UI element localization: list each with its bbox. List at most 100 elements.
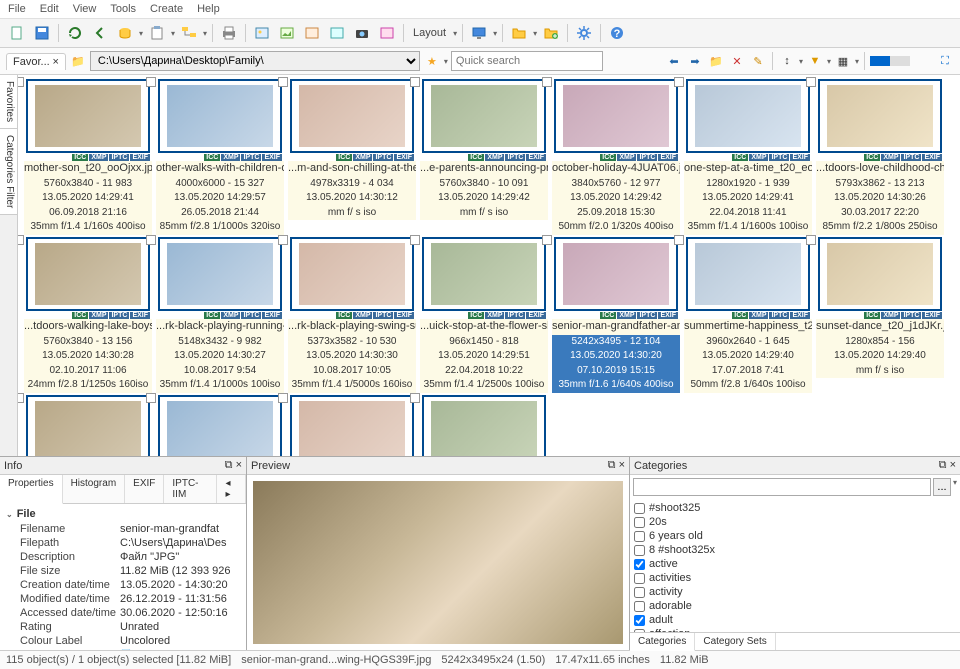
close-icon[interactable]: × xyxy=(950,459,956,471)
image-3-icon[interactable] xyxy=(301,22,323,44)
image-4-icon[interactable] xyxy=(326,22,348,44)
category-row[interactable]: 8 #shoot325x xyxy=(634,543,956,557)
view-grid-icon[interactable]: ▦ xyxy=(834,52,852,70)
select-checkbox[interactable] xyxy=(18,77,24,87)
zoom-slider[interactable] xyxy=(870,56,910,66)
category-row[interactable]: #shoot325 xyxy=(634,501,956,515)
select-checkbox[interactable] xyxy=(806,235,816,245)
thumbnail-cell[interactable]: ICCXMPIPTCEXIF...rk-black-playing-swing-… xyxy=(288,237,416,393)
category-checkbox[interactable] xyxy=(634,531,645,542)
thumbnail-cell[interactable]: ICCXMPIPTCEXIFoctober-holiday-4JUAT06.jp… xyxy=(552,79,680,235)
select-checkbox[interactable] xyxy=(146,235,156,245)
category-checkbox[interactable] xyxy=(634,573,645,584)
close-icon[interactable]: × xyxy=(236,459,242,471)
browse-icon[interactable]: 📁 xyxy=(69,52,87,70)
delete-icon[interactable]: ✕ xyxy=(728,52,746,70)
gear-icon[interactable] xyxy=(573,22,595,44)
tab-categories[interactable]: Categories xyxy=(630,633,695,651)
tab-category-sets[interactable]: Category Sets xyxy=(695,633,775,650)
favorites-tab[interactable]: Favor... × xyxy=(6,53,66,70)
thumbnail-cell[interactable]: ICCXMPIPTCEXIFone-step-at-a-time_t20_eoz… xyxy=(684,79,812,235)
category-checkbox[interactable] xyxy=(634,559,645,570)
menu-file[interactable]: File xyxy=(8,3,26,15)
category-row[interactable]: 6 years old xyxy=(634,529,956,543)
select-checkbox[interactable] xyxy=(278,77,288,87)
tab-iptc[interactable]: IPTC-IIM xyxy=(164,475,217,503)
pin-icon[interactable]: ⧉ xyxy=(939,459,947,471)
select-checkbox[interactable] xyxy=(410,393,420,403)
category-checkbox[interactable] xyxy=(634,601,645,612)
thumbnail-cell[interactable]: ICCXMPIPTCEXIF...rk-black-playing-runnin… xyxy=(156,237,284,393)
nav-back-icon[interactable] xyxy=(89,22,111,44)
select-checkbox[interactable] xyxy=(410,235,420,245)
image-5-icon[interactable] xyxy=(376,22,398,44)
thumbnail-cell[interactable]: ICCXMPIPTCEXIF...uick-stop-at-the-flower… xyxy=(420,237,548,393)
thumbnail-cell[interactable]: ICCXMPIPTCEXIFsenior-man-grandfather-and… xyxy=(552,237,680,393)
menu-create[interactable]: Create xyxy=(150,3,183,15)
menu-tools[interactable]: Tools xyxy=(110,3,136,15)
menu-view[interactable]: View xyxy=(73,3,97,15)
folder-add-icon[interactable] xyxy=(540,22,562,44)
select-checkbox[interactable] xyxy=(278,235,288,245)
star-icon[interactable]: ★ xyxy=(423,52,441,70)
category-row[interactable]: activities xyxy=(634,571,956,585)
thumbnail-cell[interactable]: ICCXMPIPTCEXIFsummertime-happiness_t20_.… xyxy=(684,237,812,393)
category-row[interactable]: active xyxy=(634,557,956,571)
category-search-input[interactable] xyxy=(633,478,931,496)
tab-histogram[interactable]: Histogram xyxy=(63,475,126,503)
save-icon[interactable] xyxy=(31,22,53,44)
thumbnail-cell[interactable]: ICCXMPIPTCEXIF...tdoors-love-childhood-c… xyxy=(816,79,944,235)
nav-fwd-icon[interactable]: ➡ xyxy=(686,52,704,70)
image-1-icon[interactable] xyxy=(251,22,273,44)
menu-help[interactable]: Help xyxy=(197,3,220,15)
search-input[interactable] xyxy=(451,51,603,71)
category-row[interactable]: adorable xyxy=(634,599,956,613)
select-checkbox[interactable] xyxy=(18,393,24,403)
select-checkbox[interactable] xyxy=(18,235,24,245)
camera-icon[interactable] xyxy=(351,22,373,44)
pin-icon[interactable]: ⧉ xyxy=(608,459,616,471)
thumbnail-cell[interactable]: ICCXMPIPTCEXIFsunset-dance_t20_j1dJKr.jp… xyxy=(816,237,944,393)
thumbnail-cell[interactable]: ICCXMPIPTCEXIF xyxy=(156,395,284,457)
select-checkbox[interactable] xyxy=(674,235,684,245)
clipboard-icon[interactable] xyxy=(146,22,168,44)
close-icon[interactable]: × xyxy=(52,56,58,68)
sort-icon[interactable]: ↕ xyxy=(778,52,796,70)
category-checkbox[interactable] xyxy=(634,615,645,626)
new-icon[interactable] xyxy=(6,22,28,44)
close-icon[interactable]: × xyxy=(619,459,625,471)
category-row[interactable]: activity xyxy=(634,585,956,599)
print-icon[interactable] xyxy=(218,22,240,44)
side-tab-favorites[interactable]: Favorites xyxy=(0,75,17,129)
folder-icon[interactable]: 📁 xyxy=(707,52,725,70)
folder-star-icon[interactable] xyxy=(508,22,530,44)
thumbnail-cell[interactable]: GPSXMPIPTCEXIF xyxy=(420,395,548,457)
db-icon[interactable] xyxy=(114,22,136,44)
thumbnail-cell[interactable]: ICCXMPIPTCEXIF xyxy=(24,395,152,457)
select-checkbox[interactable] xyxy=(146,77,156,87)
path-input[interactable]: C:\Users\Дарина\Desktop\Family\ xyxy=(90,51,420,71)
category-checkbox[interactable] xyxy=(634,545,645,556)
thumbnail-cell[interactable]: ICCXMPIPTCEXIFother-walks-with-children-… xyxy=(156,79,284,235)
thumbnail-cell[interactable]: ICCXMPIPTCEXIF...m-and-son-chilling-at-t… xyxy=(288,79,416,235)
info-group-file[interactable]: ⌄File xyxy=(2,506,244,522)
thumbnail-cell[interactable]: ICCXMPIPTCEXIF...e-parents-announcing-pr… xyxy=(420,79,548,235)
tab-properties[interactable]: Properties xyxy=(0,475,63,504)
category-row[interactable]: 20s xyxy=(634,515,956,529)
select-checkbox[interactable] xyxy=(278,393,288,403)
folder-tree-icon[interactable] xyxy=(178,22,200,44)
thumbnail-cell[interactable]: ICCXMPIPTCEXIF xyxy=(288,395,416,457)
layout-label[interactable]: Layout xyxy=(409,27,450,39)
nav-back-icon[interactable]: ⬅ xyxy=(665,52,683,70)
filter-icon[interactable]: ▼ xyxy=(806,52,824,70)
select-checkbox[interactable] xyxy=(542,235,552,245)
category-checkbox[interactable] xyxy=(634,517,645,528)
category-checkbox[interactable] xyxy=(634,503,645,514)
side-tab-categories-filter[interactable]: Categories Filter xyxy=(0,129,17,215)
category-more-button[interactable]: ... xyxy=(933,478,951,496)
preview-image[interactable] xyxy=(253,481,623,644)
maximize-icon[interactable]: ⛶ xyxy=(936,52,954,70)
select-checkbox[interactable] xyxy=(410,77,420,87)
category-row[interactable]: adult xyxy=(634,613,956,627)
monitor-icon[interactable] xyxy=(468,22,490,44)
